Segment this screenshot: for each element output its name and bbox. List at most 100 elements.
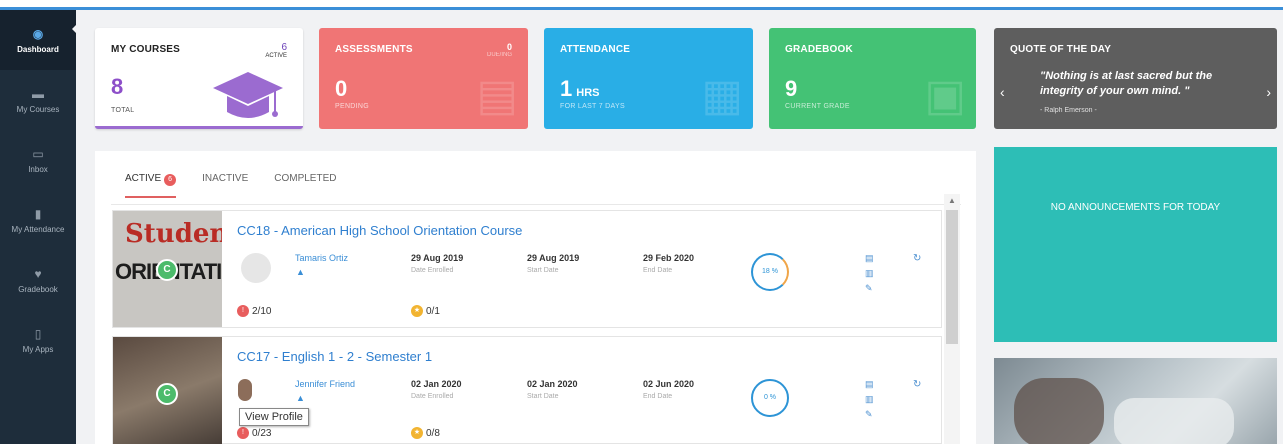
sidebar-item-label: Gradebook <box>18 284 58 294</box>
chevron-right-icon[interactable]: › <box>1266 84 1271 100</box>
building-icon: ▲ <box>296 393 305 403</box>
progress-ring: 18 % <box>751 253 789 291</box>
instructor-name[interactable]: Jennifer Friend <box>295 379 355 389</box>
inbox-icon: ▭ <box>32 146 44 161</box>
edit-icon[interactable]: ✎ <box>865 409 874 420</box>
course-thumbnail[interactable]: C <box>113 337 222 444</box>
announcements-text: NO ANNOUNCEMENTS FOR TODAY <box>1050 202 1221 213</box>
calendar-icon[interactable]: ▤ <box>865 379 874 390</box>
instructor-avatar[interactable] <box>241 253 271 283</box>
promo-image <box>994 358 1277 444</box>
start-date-label: Start Date <box>527 393 559 400</box>
sidebar-item-label: My Courses <box>16 104 60 114</box>
assignments-stat: ! 0/23 <box>237 427 271 439</box>
course-status-badge: C <box>156 259 178 281</box>
sidebar-item-label: My Attendance <box>11 224 65 234</box>
attendance-icon: ▮ <box>34 206 42 221</box>
due-number: 0 <box>506 42 512 52</box>
edit-icon[interactable]: ✎ <box>865 283 874 294</box>
quote-card: QUOTE OF THE DAY ‹ "Nothing is at last s… <box>994 28 1277 129</box>
calendar-icon: ▦ <box>701 71 743 120</box>
attendance-unit: HRS <box>576 87 600 99</box>
view-profile-tooltip: View Profile <box>239 408 309 426</box>
quote-text: "Nothing is at last sacred but the integ… <box>1040 70 1213 97</box>
tab-divider <box>111 204 961 205</box>
tab-inactive[interactable]: INACTIVE <box>202 173 248 198</box>
due-count: 0 DUE/ING <box>487 42 512 58</box>
announcements-panel: NO ANNOUNCEMENTS FOR TODAY <box>994 147 1277 342</box>
start-date: 02 Jan 2020 <box>527 379 578 389</box>
sidebar-item-dashboard[interactable]: ◉ Dashboard <box>0 10 76 70</box>
date-enrolled: 02 Jan 2020 <box>411 379 462 389</box>
end-date: 02 Jun 2020 <box>643 379 695 389</box>
course-row: C CC17 - English 1 - 2 - Semester 1 Jenn… <box>112 336 942 444</box>
end-date-label: End Date <box>643 393 673 400</box>
sidebar-item-my-courses[interactable]: ▬ My Courses <box>0 70 76 130</box>
tab-label: ACTIVE <box>125 173 162 184</box>
star-icon: ★ <box>411 305 423 317</box>
course-title[interactable]: CC17 - English 1 - 2 - Semester 1 <box>237 349 432 364</box>
tab-completed[interactable]: COMPLETED <box>274 173 336 198</box>
course-title[interactable]: CC18 - American High School Orientation … <box>237 223 522 238</box>
attendance-card[interactable]: ATTENDANCE 1 HRS FOR LAST 7 DAYS ▦ <box>544 28 753 129</box>
active-count: 6 ACTIVE <box>265 42 287 59</box>
due-label: DUE/ING <box>486 52 512 58</box>
alert-icon: ! <box>237 305 249 317</box>
dashboard-icon: ◉ <box>32 26 44 41</box>
grade-caption: CURRENT GRADE <box>785 103 850 110</box>
document-icon: ▤ <box>476 71 518 120</box>
active-indicator <box>72 24 77 34</box>
sidebar-item-my-apps[interactable]: ▯ My Apps <box>0 310 76 370</box>
thumb-text: Student <box>125 219 222 249</box>
card-title: MY COURSES <box>111 44 181 55</box>
sidebar-item-label: My Apps <box>22 344 54 354</box>
instructor-avatar[interactable] <box>238 379 252 401</box>
total-courses-value: 8 <box>111 74 124 99</box>
start-date: 29 Aug 2019 <box>527 253 580 263</box>
quizzes-stat: ★ 0/1 <box>411 305 440 317</box>
tab-active[interactable]: ACTIVE 6 <box>125 173 177 198</box>
course-actions: ▤ ▥ ✎ <box>865 379 874 420</box>
course-actions: ▤ ▥ ✎ <box>865 253 874 294</box>
my-courses-card[interactable]: MY COURSES 6 ACTIVE 8 TOTAL <box>95 28 303 129</box>
stat-value: 0/1 <box>426 305 440 317</box>
sidebar: ◉ Dashboard ▬ My Courses ▭ Inbox ▮ My At… <box>0 10 76 444</box>
attendance-caption: FOR LAST 7 DAYS <box>560 103 625 110</box>
card-title: ATTENDANCE <box>560 44 631 55</box>
sidebar-item-label: Inbox <box>28 164 48 174</box>
star-icon: ★ <box>411 427 423 439</box>
sidebar-item-inbox[interactable]: ▭ Inbox <box>0 130 76 190</box>
tab-label: INACTIVE <box>202 173 249 184</box>
calendar-icon[interactable]: ▤ <box>865 253 874 264</box>
date-enrolled-label: Date Enrolled <box>411 267 454 274</box>
refresh-icon[interactable]: ↻ <box>913 379 921 390</box>
chart-icon[interactable]: ▥ <box>865 394 874 405</box>
attendance-number: 1 <box>560 76 573 101</box>
apps-icon: ▯ <box>34 326 42 341</box>
sidebar-item-my-attendance[interactable]: ▮ My Attendance <box>0 190 76 250</box>
chart-icon[interactable]: ▥ <box>865 268 874 279</box>
instructor-name[interactable]: Tamaris Ortiz <box>295 253 348 263</box>
course-thumbnail[interactable]: Student ORIENTATION C <box>113 211 222 327</box>
chevron-left-icon[interactable]: ‹ <box>1000 84 1005 100</box>
scroll-up-icon[interactable]: ▲ <box>944 196 960 205</box>
stat-value: 0/23 <box>252 427 272 439</box>
active-number: 6 <box>281 42 287 53</box>
course-status-badge: C <box>156 383 178 405</box>
assessments-card[interactable]: ASSESSMENTS 0 DUE/ING 0 PENDING ▤ <box>319 28 528 129</box>
alert-icon: ! <box>237 427 249 439</box>
card-title: GRADEBOOK <box>785 44 853 55</box>
course-tabs: ACTIVE 6 INACTIVE COMPLETED <box>125 173 362 198</box>
active-badge: 6 <box>164 174 177 186</box>
sidebar-item-gradebook[interactable]: ♥ Gradebook <box>0 250 76 310</box>
refresh-icon[interactable]: ↻ <box>913 253 921 264</box>
stat-value: 0/8 <box>426 427 440 439</box>
scrollbar-thumb[interactable] <box>946 210 958 344</box>
building-icon: ▲ <box>296 267 305 277</box>
sidebar-item-label: Dashboard <box>17 44 59 54</box>
tab-label: COMPLETED <box>274 173 337 184</box>
top-bar <box>0 0 1283 10</box>
gradebook-value: 9 <box>785 76 798 101</box>
stat-value: 2/10 <box>252 305 272 317</box>
gradebook-card[interactable]: GRADEBOOK 9 CURRENT GRADE ▣ <box>769 28 976 129</box>
